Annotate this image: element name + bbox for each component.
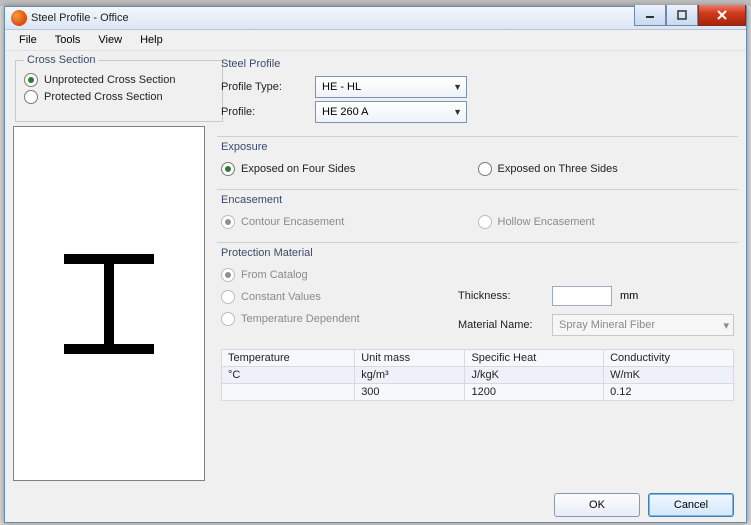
menubar: File Tools View Help: [5, 30, 746, 51]
radio-label: Unprotected Cross Section: [44, 74, 175, 86]
button-label: OK: [589, 499, 605, 511]
cell-conductivity: 0.12: [604, 384, 734, 401]
close-button[interactable]: [698, 5, 746, 26]
unit-temperature: °C: [222, 367, 355, 384]
steel-profile-legend: Steel Profile: [221, 58, 734, 70]
minimize-button[interactable]: [634, 5, 666, 26]
radio-temperature-dependent: Temperature Dependent: [221, 312, 458, 326]
chevron-down-icon: ▼: [453, 107, 462, 117]
radio-exposed-three[interactable]: Exposed on Three Sides: [478, 162, 735, 176]
radio-from-catalog: From Catalog: [221, 268, 458, 282]
table-units-row: °C kg/m³ J/kgK W/mK: [222, 367, 734, 384]
radio-label: Protected Cross Section: [44, 91, 163, 103]
profile-type-label: Profile Type:: [221, 81, 311, 93]
radio-icon: [24, 90, 38, 104]
menu-help[interactable]: Help: [132, 32, 171, 48]
material-name-combo: Spray Mineral Fiber ▾: [552, 314, 734, 336]
profile-label: Profile:: [221, 106, 311, 118]
radio-label: Contour Encasement: [241, 216, 344, 228]
radio-label: Exposed on Four Sides: [241, 163, 355, 175]
th-specific-heat: Specific Heat: [465, 350, 604, 367]
protection-legend: Protection Material: [221, 247, 734, 259]
table-row: 300 1200 0.12: [222, 384, 734, 401]
button-label: Cancel: [674, 499, 708, 511]
material-name-label: Material Name:: [458, 319, 548, 331]
dialog-footer: OK Cancel: [5, 488, 746, 522]
menu-file[interactable]: File: [11, 32, 45, 48]
radio-label: From Catalog: [241, 269, 308, 281]
radio-icon: [221, 215, 235, 229]
i-beam-icon: [49, 224, 169, 384]
combo-value: HE 260 A: [322, 106, 368, 118]
encasement-legend: Encasement: [221, 194, 734, 206]
unit-conductivity: W/mK: [604, 367, 734, 384]
encasement-group: Encasement Contour Encasement Hollow Enc…: [217, 190, 738, 242]
radio-label: Constant Values: [241, 291, 321, 303]
radio-icon: [221, 268, 235, 282]
steel-profile-group: Steel Profile Profile Type: HE - HL ▼ Pr…: [217, 54, 738, 136]
chevron-down-icon: ▾: [723, 319, 729, 332]
menu-tools[interactable]: Tools: [47, 32, 89, 48]
radio-label: Temperature Dependent: [241, 313, 360, 325]
unit-specific-heat: J/kgK: [465, 367, 604, 384]
table-header-row: Temperature Unit mass Specific Heat Cond…: [222, 350, 734, 367]
th-unit-mass: Unit mass: [355, 350, 465, 367]
th-conductivity: Conductivity: [604, 350, 734, 367]
radio-icon: [478, 162, 492, 176]
material-table: Temperature Unit mass Specific Heat Cond…: [221, 349, 734, 401]
profile-combo[interactable]: HE 260 A ▼: [315, 101, 467, 123]
radio-unprotected[interactable]: Unprotected Cross Section: [24, 73, 214, 87]
th-temperature: Temperature: [222, 350, 355, 367]
profile-preview: [13, 126, 205, 481]
radio-protected[interactable]: Protected Cross Section: [24, 90, 214, 104]
app-icon: [11, 10, 27, 26]
radio-label: Hollow Encasement: [498, 216, 595, 228]
ok-button[interactable]: OK: [554, 493, 640, 517]
radio-icon: [24, 73, 38, 87]
radio-icon: [478, 215, 492, 229]
thickness-input[interactable]: [552, 286, 612, 306]
radio-icon: [221, 162, 235, 176]
protection-material-group: Protection Material From Catalog Constan…: [217, 243, 738, 411]
combo-value: Spray Mineral Fiber: [559, 319, 655, 331]
profile-type-combo[interactable]: HE - HL ▼: [315, 76, 467, 98]
dialog-window: Steel Profile - Office File Tools View H…: [4, 6, 747, 523]
radio-label: Exposed on Three Sides: [498, 163, 618, 175]
titlebar[interactable]: Steel Profile - Office: [5, 7, 746, 30]
radio-constant-values: Constant Values: [221, 290, 458, 304]
radio-icon: [221, 290, 235, 304]
radio-icon: [221, 312, 235, 326]
exposure-legend: Exposure: [221, 141, 734, 153]
radio-hollow-encasement: Hollow Encasement: [478, 215, 735, 229]
unit-unit-mass: kg/m³: [355, 367, 465, 384]
combo-value: HE - HL: [322, 81, 361, 93]
maximize-button[interactable]: [666, 5, 698, 26]
cross-section-group: Cross Section Unprotected Cross Section …: [15, 54, 223, 122]
exposure-group: Exposure Exposed on Four Sides Exposed o…: [217, 137, 738, 189]
thickness-unit: mm: [620, 290, 638, 302]
cell-temperature: [222, 384, 355, 401]
menu-view[interactable]: View: [90, 32, 130, 48]
cancel-button[interactable]: Cancel: [648, 493, 734, 517]
chevron-down-icon: ▼: [453, 82, 462, 92]
radio-contour-encasement: Contour Encasement: [221, 215, 478, 229]
thickness-label: Thickness:: [458, 290, 548, 302]
cross-section-legend: Cross Section: [24, 54, 98, 66]
cell-unit-mass: 300: [355, 384, 465, 401]
radio-exposed-four[interactable]: Exposed on Four Sides: [221, 162, 478, 176]
cell-specific-heat: 1200: [465, 384, 604, 401]
window-title: Steel Profile - Office: [31, 12, 129, 24]
